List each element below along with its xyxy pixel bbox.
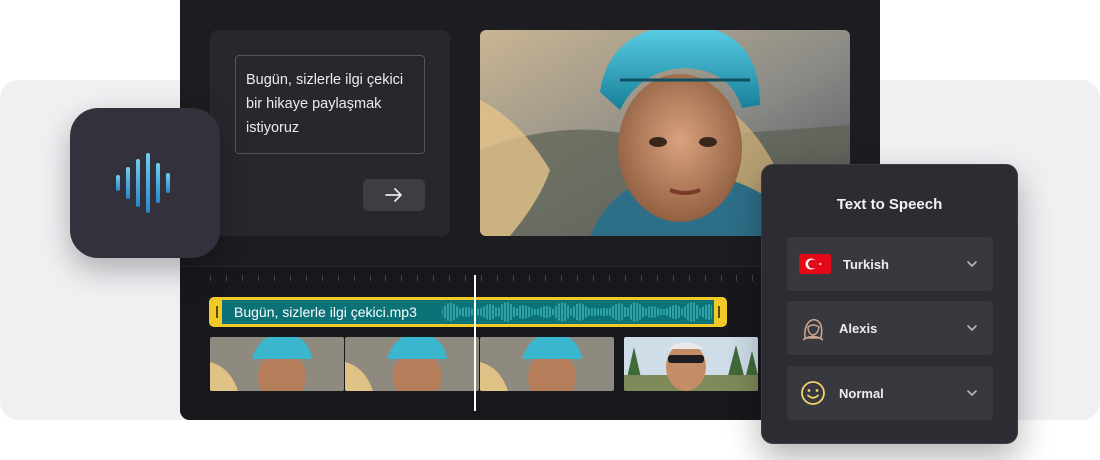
trim-handle-right[interactable] — [714, 300, 724, 324]
video-thumbnail[interactable] — [210, 337, 344, 391]
script-line-2: bir hikaye paylaşmak — [246, 96, 382, 112]
panel-title: Text to Speech — [836, 196, 943, 213]
style-select[interactable]: Normal — [787, 366, 993, 420]
arrow-right-icon — [385, 188, 402, 202]
video-thumbnail[interactable] — [480, 337, 614, 391]
script-textarea[interactable]: Bugün, sizlerle ilgi çekici bir hikaye p… — [235, 55, 425, 154]
voice-app-icon — [70, 108, 220, 258]
turkey-flag-icon — [799, 254, 831, 274]
style-label: Normal — [839, 385, 884, 401]
generate-button[interactable] — [363, 179, 425, 211]
video-thumbnail[interactable] — [624, 337, 758, 391]
text-to-speech-panel: Text to Speech Turkish Alexis Normal — [761, 164, 1018, 444]
video-thumbnail[interactable] — [345, 337, 479, 391]
playhead[interactable] — [474, 275, 476, 411]
chevron-down-icon — [967, 390, 977, 397]
voice-select[interactable]: Alexis — [787, 301, 993, 355]
audio-clip-name: Bugün, sizlerle ilgi çekici.mp3 — [234, 304, 417, 320]
smiley-icon — [801, 381, 825, 405]
script-line-3: istiyoruz — [246, 120, 300, 136]
avatar-icon — [802, 318, 824, 341]
chevron-down-icon — [967, 325, 977, 332]
chevron-down-icon — [967, 261, 977, 268]
voice-label: Alexis — [839, 320, 878, 336]
audio-waveform — [442, 302, 712, 322]
audio-clip[interactable]: Bugün, sizlerle ilgi çekici.mp3 — [209, 297, 727, 327]
script-input-card: Bugün, sizlerle ilgi çekici bir hikaye p… — [210, 30, 450, 236]
trim-handle-left[interactable] — [212, 300, 222, 324]
script-line-1: Bugün, sizlerle ilgi çekici — [246, 72, 404, 88]
sound-wave-icon — [116, 153, 170, 213]
language-select[interactable]: Turkish — [787, 237, 993, 291]
language-label: Turkish — [843, 256, 889, 272]
